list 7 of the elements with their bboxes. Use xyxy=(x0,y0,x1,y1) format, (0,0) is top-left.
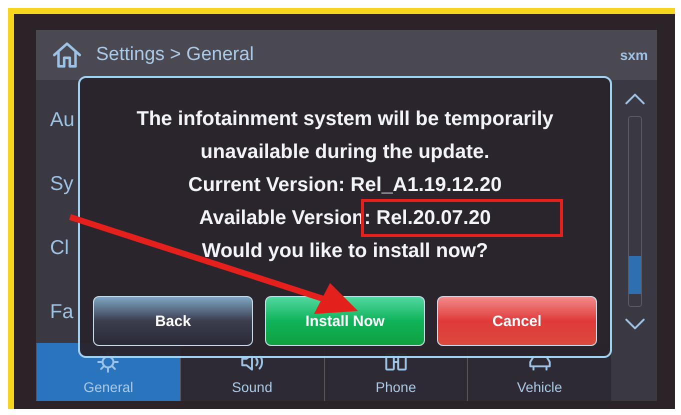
message-text: unavailable during the update. xyxy=(200,140,490,165)
breadcrumb-text: Settings > General xyxy=(96,44,254,66)
dialog-button[interactable]: Cancel xyxy=(437,296,597,346)
message-text: The infotainment system will be temporarily xyxy=(136,107,554,132)
dialog-button[interactable]: Back xyxy=(93,296,253,346)
message-text: Current Version: Rel_A1.19.12.20 xyxy=(188,173,502,198)
message-text: Would you like to install now? xyxy=(202,239,488,264)
